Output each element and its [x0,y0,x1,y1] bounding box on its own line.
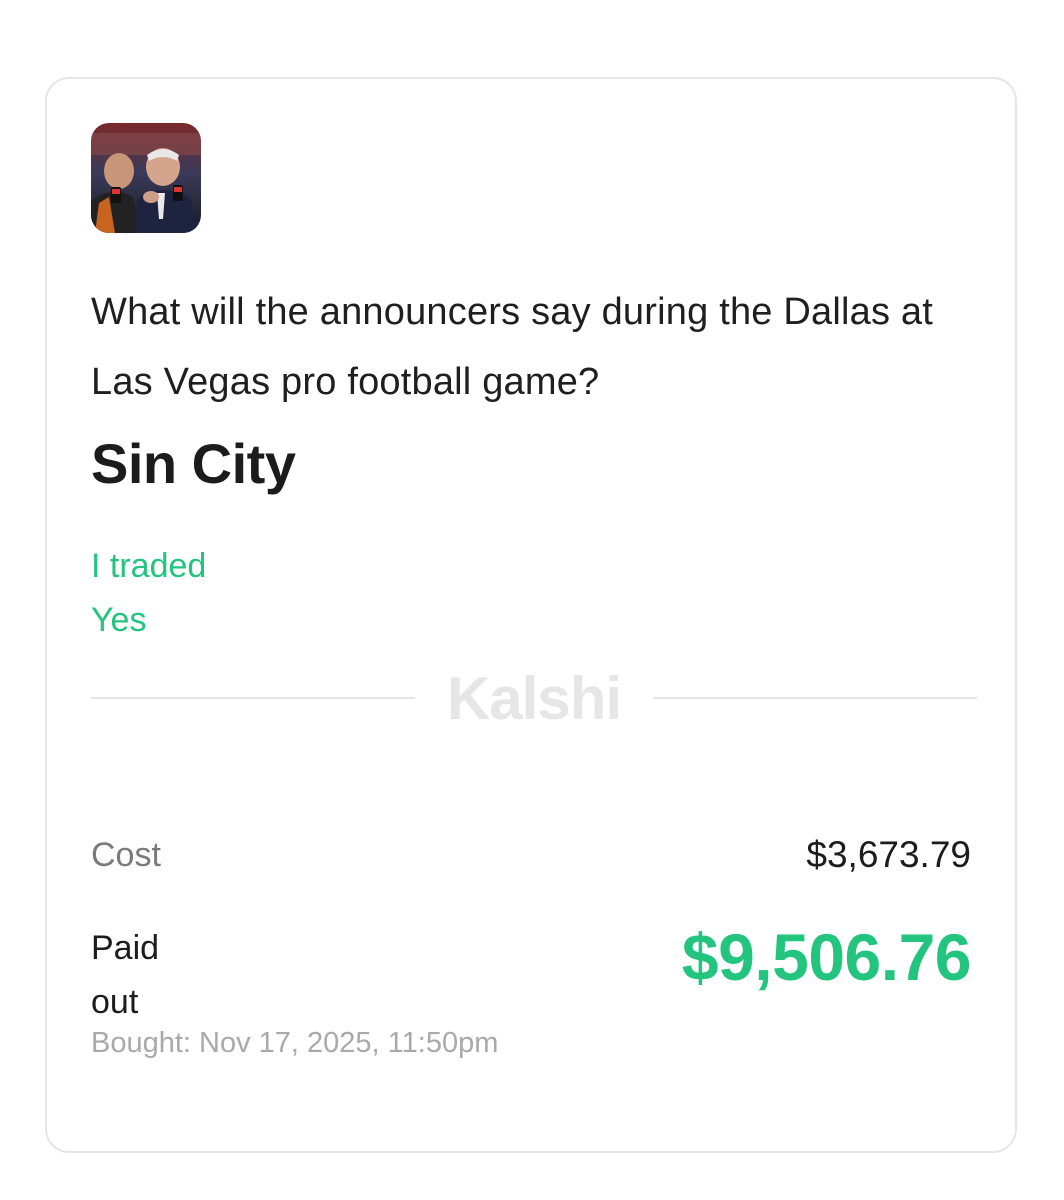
divider-line-right [653,697,977,699]
paid-out-label-line1: Paid [91,929,160,967]
announcers-photo-icon [91,123,201,233]
trade-side-value: Yes [91,601,147,639]
paid-out-label: Paid out [91,921,191,1029]
divider-line-left [91,697,415,699]
market-answer: Sin City [91,432,296,495]
market-question: What will the announcers say during the … [91,291,934,403]
trade-receipt-card: What will the announcers say during the … [45,77,1017,1153]
bought-timestamp: Bought: Nov 17, 2025, 11:50pm [91,1027,499,1059]
paid-out-label-line2: out [91,983,139,1021]
paid-out-value: $9,506.76 [681,920,972,994]
trade-side: I traded Yes [91,539,206,647]
cost-value: $3,673.79 [806,834,971,875]
cost-label: Cost [91,836,161,874]
brand-divider: Kalshi [91,664,977,734]
kalshi-watermark-logo: Kalshi [446,665,622,732]
market-thumbnail [91,123,201,233]
trade-label: I traded [91,547,207,585]
